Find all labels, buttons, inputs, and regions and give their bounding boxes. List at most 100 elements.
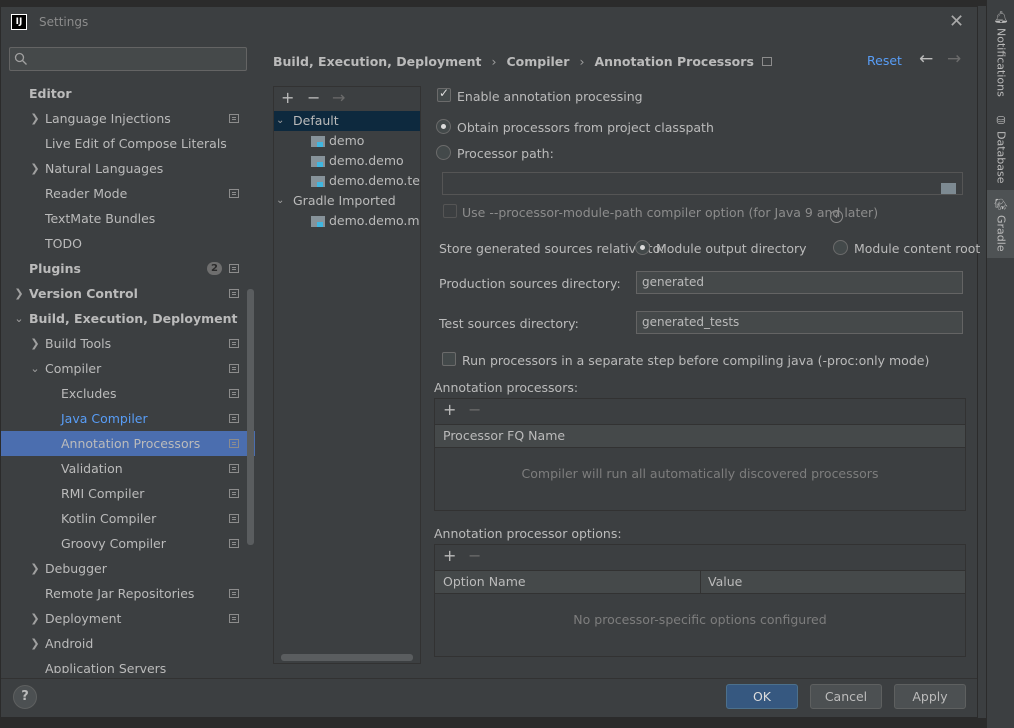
- obtain-from-classpath-radio[interactable]: [436, 119, 451, 134]
- tree-item-excludes[interactable]: Excludes: [1, 381, 255, 406]
- right-tool-strip: 🔔︎ Notifications ⛁ Database 🐘︎ Gradle: [986, 0, 1014, 728]
- chevron-right-icon[interactable]: ❯: [29, 631, 41, 656]
- processor-path-field[interactable]: [442, 172, 963, 195]
- profile-module[interactable]: demo.demo: [274, 151, 420, 171]
- tree-item-annotation-processors[interactable]: Annotation Processors: [1, 431, 255, 456]
- tree-item-validation[interactable]: Validation: [1, 456, 255, 481]
- back-arrow-icon[interactable]: ←: [919, 49, 933, 69]
- project-config-icon: [229, 489, 239, 498]
- search-icon: [14, 52, 27, 65]
- tree-item-application-servers[interactable]: Application Servers: [1, 656, 255, 673]
- enable-annotation-checkbox[interactable]: [437, 86, 451, 102]
- profile-module[interactable]: demo: [274, 131, 420, 151]
- chevron-right-icon[interactable]: ❯: [29, 556, 41, 581]
- tree-scrollbar[interactable]: [247, 289, 254, 545]
- tree-item-version-control[interactable]: ❯ Version Control: [1, 281, 255, 306]
- test-sources-label: Test sources directory:: [439, 316, 579, 331]
- module-content-root-radio[interactable]: [833, 240, 848, 255]
- run-separate-step-label: Run processors in a separate step before…: [462, 353, 930, 368]
- close-button[interactable]: ✕: [949, 11, 964, 32]
- profile-module[interactable]: demo.demo.main: [274, 211, 420, 231]
- apply-button[interactable]: Apply: [894, 684, 966, 709]
- tree-item-label: Android: [45, 636, 94, 651]
- tree-item-label: Groovy Compiler: [61, 536, 166, 551]
- tree-item-groovy-compiler[interactable]: Groovy Compiler: [1, 531, 255, 556]
- search-box[interactable]: [9, 47, 247, 71]
- column-header[interactable]: Processor FQ Name: [443, 425, 565, 447]
- production-sources-field[interactable]: generated: [636, 271, 963, 294]
- tree-item-plugins[interactable]: Plugins 2: [1, 256, 255, 281]
- add-icon[interactable]: +: [443, 546, 456, 565]
- chevron-down-icon[interactable]: ⌄: [29, 356, 41, 381]
- test-sources-field[interactable]: generated_tests: [636, 311, 963, 334]
- chevron-down-icon[interactable]: ⌄: [276, 111, 284, 131]
- tree-item-label: Java Compiler: [61, 411, 148, 426]
- use-module-path-checkbox: [443, 204, 457, 218]
- folder-icon[interactable]: [941, 183, 956, 194]
- profile-gradle-imported[interactable]: ⌄ Gradle Imported: [274, 191, 420, 211]
- settings-tree-panel: Editor ❯ Language Injections Live Edit o…: [1, 37, 255, 673]
- chevron-down-icon[interactable]: ⌄: [276, 191, 284, 211]
- add-icon[interactable]: +: [443, 400, 456, 419]
- run-separate-step-checkbox[interactable]: [442, 352, 456, 366]
- divider: [1, 678, 977, 679]
- profile-module[interactable]: demo.demo.test: [274, 171, 420, 191]
- chevron-right-icon[interactable]: ❯: [29, 156, 41, 181]
- bell-icon: 🔔︎: [993, 10, 1009, 24]
- column-header-option-name[interactable]: Option Name: [443, 571, 526, 593]
- remove-icon[interactable]: −: [307, 88, 320, 107]
- tree-item-language-injections[interactable]: ❯ Language Injections: [1, 106, 255, 131]
- tree-item-live-edit[interactable]: Live Edit of Compose Literals: [1, 131, 255, 156]
- tree-item-label: Remote Jar Repositories: [45, 586, 195, 601]
- tree-item-label: Validation: [61, 461, 123, 476]
- tree-item-android[interactable]: ❯ Android: [1, 631, 255, 656]
- chevron-right-icon[interactable]: ❯: [29, 331, 41, 356]
- tree-item-label: Language Injections: [45, 111, 171, 126]
- reset-link[interactable]: Reset: [867, 53, 902, 68]
- notifications-tool[interactable]: 🔔︎ Notifications: [987, 10, 1014, 97]
- tree-item-reader-mode[interactable]: Reader Mode: [1, 181, 255, 206]
- settings-dialog: IJ Settings ✕ Editor ❯ Language Injectio…: [0, 6, 980, 718]
- tree-item-build-execution-deployment[interactable]: ⌄ Build, Execution, Deployment: [1, 306, 255, 331]
- breadcrumb-compiler: Compiler: [506, 53, 570, 69]
- database-tool[interactable]: ⛁ Database: [987, 114, 1014, 184]
- tree-item-debugger[interactable]: ❯ Debugger: [1, 556, 255, 581]
- tree-item-todo[interactable]: TODO: [1, 231, 255, 256]
- help-icon[interactable]: ?: [830, 210, 843, 223]
- tree-item-natural-languages[interactable]: ❯ Natural Languages: [1, 156, 255, 181]
- gradle-tool[interactable]: 🐘︎ Gradle: [987, 190, 1014, 258]
- ok-button[interactable]: OK: [726, 684, 798, 709]
- profile-tree: ⌄ Default demo demo.demo demo.demo.test …: [274, 111, 420, 231]
- tree-item-compiler[interactable]: ⌄ Compiler: [1, 356, 255, 381]
- forward-arrow-icon: →: [947, 49, 962, 69]
- search-input[interactable]: [30, 50, 240, 68]
- tree-item-editor[interactable]: Editor: [1, 81, 255, 106]
- profiles-horizontal-scrollbar[interactable]: [281, 654, 413, 661]
- profiles-toolbar: + − →: [274, 87, 420, 109]
- module-label: demo.demo.main: [329, 213, 420, 228]
- chevron-right-icon[interactable]: ❯: [13, 281, 25, 306]
- tree-item-kotlin-compiler[interactable]: Kotlin Compiler: [1, 506, 255, 531]
- help-button[interactable]: ?: [13, 685, 37, 709]
- gradle-label: Gradle: [994, 215, 1008, 252]
- annotation-processors-table: + − Processor FQ Name Compiler will run …: [434, 398, 966, 511]
- tree-item-deployment[interactable]: ❯ Deployment: [1, 606, 255, 631]
- processor-path-radio[interactable]: [436, 145, 451, 160]
- tree-item-remote-jar-repositories[interactable]: Remote Jar Repositories: [1, 581, 255, 606]
- column-header-value[interactable]: Value: [708, 571, 742, 593]
- cancel-button[interactable]: Cancel: [810, 684, 882, 709]
- database-icon: ⛁: [996, 114, 1006, 127]
- tree-item-label: Excludes: [61, 386, 117, 401]
- tree-item-textmate-bundles[interactable]: TextMate Bundles: [1, 206, 255, 231]
- profile-default[interactable]: ⌄ Default: [274, 111, 420, 131]
- tree-item-rmi-compiler[interactable]: RMI Compiler: [1, 481, 255, 506]
- tree-item-java-compiler[interactable]: Java Compiler: [1, 406, 255, 431]
- add-icon[interactable]: +: [281, 88, 294, 107]
- empty-table-text: Compiler will run all automatically disc…: [521, 466, 879, 481]
- chevron-right-icon[interactable]: ❯: [29, 106, 41, 131]
- window-title: Settings: [39, 15, 89, 29]
- tree-item-build-tools[interactable]: ❯ Build Tools: [1, 331, 255, 356]
- module-output-dir-radio[interactable]: [635, 240, 650, 255]
- chevron-right-icon[interactable]: ❯: [29, 606, 41, 631]
- chevron-down-icon[interactable]: ⌄: [13, 306, 25, 331]
